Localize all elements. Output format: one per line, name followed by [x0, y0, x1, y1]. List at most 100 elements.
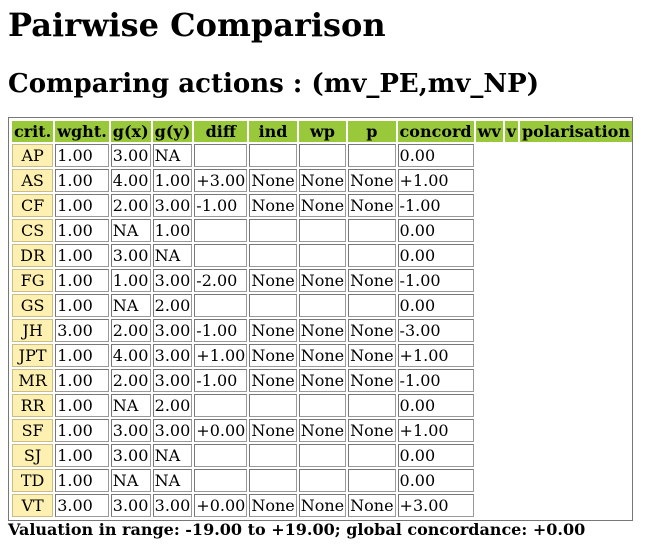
table-row: SJ 1.00 3.00 NA 0.00 — [12, 444, 632, 467]
empty-cell — [476, 419, 503, 442]
concord-cell: -1.00 — [397, 369, 474, 392]
diff-cell: -1.00 — [194, 369, 248, 392]
ind-cell — [249, 294, 297, 317]
concord-cell: 0.00 — [397, 144, 474, 167]
criterion-cell: JPT — [12, 344, 54, 367]
concord-cell: 0.00 — [397, 294, 474, 317]
wp-cell: None — [298, 194, 347, 217]
diff-cell: -2.00 — [194, 269, 248, 292]
concord-cell: 0.00 — [397, 444, 474, 467]
weight-cell: 1.00 — [55, 144, 109, 167]
header-concord: concord — [397, 121, 474, 142]
criterion-cell: CF — [12, 194, 54, 217]
p-cell: None — [348, 344, 396, 367]
empty-cell — [476, 219, 503, 242]
empty-cell — [520, 294, 632, 317]
diff-cell: +0.00 — [194, 419, 248, 442]
gy-cell: NA — [152, 144, 193, 167]
empty-cell — [520, 344, 632, 367]
empty-cell — [520, 494, 632, 517]
gy-cell: 2.00 — [152, 394, 193, 417]
empty-cell — [520, 144, 632, 167]
empty-cell — [520, 194, 632, 217]
table-row: CS 1.00 NA 1.00 0.00 — [12, 219, 632, 242]
table-row: AP 1.00 3.00 NA 0.00 — [12, 144, 632, 167]
diff-cell — [194, 444, 248, 467]
wp-cell: None — [298, 419, 347, 442]
p-cell: None — [348, 269, 396, 292]
weight-cell: 1.00 — [55, 369, 109, 392]
diff-cell — [194, 144, 248, 167]
header-weight: wght. — [55, 121, 109, 142]
header-wp: wp — [298, 121, 347, 142]
gx-cell: NA — [110, 394, 151, 417]
gx-cell: 2.00 — [110, 369, 151, 392]
p-cell — [348, 444, 396, 467]
empty-cell — [476, 394, 503, 417]
empty-cell — [505, 319, 518, 342]
wp-cell: None — [298, 319, 347, 342]
empty-cell — [476, 344, 503, 367]
empty-cell — [505, 269, 518, 292]
empty-cell — [520, 469, 632, 492]
p-cell: None — [348, 194, 396, 217]
ind-cell — [249, 219, 297, 242]
ind-cell — [249, 244, 297, 267]
page-title: Pairwise Comparison — [8, 6, 386, 44]
header-wv: wv — [475, 121, 503, 142]
table-row: TD 1.00 NA NA 0.00 — [12, 469, 632, 492]
empty-cell — [505, 394, 518, 417]
empty-cell — [505, 294, 518, 317]
criterion-cell: MR — [12, 369, 54, 392]
concord-cell: 0.00 — [397, 394, 474, 417]
gy-cell: 3.00 — [152, 344, 193, 367]
empty-cell — [505, 419, 518, 442]
empty-cell — [520, 369, 632, 392]
empty-cell — [476, 169, 503, 192]
wp-cell — [298, 394, 347, 417]
diff-cell — [194, 394, 248, 417]
gx-cell: 1.00 — [110, 269, 151, 292]
header-diff: diff — [194, 121, 248, 142]
gy-cell: 1.00 — [152, 219, 193, 242]
wp-cell — [298, 444, 347, 467]
table-row: CF 1.00 2.00 3.00 -1.00 None None None -1.00 — [12, 194, 632, 217]
empty-cell — [520, 169, 632, 192]
concord-cell: -1.00 — [397, 269, 474, 292]
empty-cell — [520, 319, 632, 342]
criterion-cell: AS — [12, 169, 54, 192]
wp-cell — [298, 294, 347, 317]
concord-cell: +1.00 — [397, 344, 474, 367]
empty-cell — [520, 219, 632, 242]
empty-cell — [505, 494, 518, 517]
empty-cell — [520, 269, 632, 292]
gx-cell: 3.00 — [110, 144, 151, 167]
empty-cell — [476, 294, 503, 317]
wp-cell — [298, 144, 347, 167]
criterion-cell: JH — [12, 319, 54, 342]
empty-cell — [505, 444, 518, 467]
header-ind: ind — [249, 121, 297, 142]
ind-cell — [249, 144, 297, 167]
ind-cell — [249, 444, 297, 467]
concord-cell: +3.00 — [397, 494, 474, 517]
ind-cell — [249, 394, 297, 417]
gy-cell: NA — [152, 444, 193, 467]
empty-cell — [476, 194, 503, 217]
weight-cell: 1.00 — [55, 469, 109, 492]
p-cell: None — [348, 369, 396, 392]
header-v: v — [504, 121, 518, 142]
table-row: JH 3.00 2.00 3.00 -1.00 None None None -3.00 — [12, 319, 632, 342]
weight-cell: 1.00 — [55, 244, 109, 267]
table-row: RR 1.00 NA 2.00 0.00 — [12, 394, 632, 417]
table-body: AP 1.00 3.00 NA 0.00 AS 1.00 4.00 1.00 +3.00 None N… — [12, 144, 632, 517]
empty-cell — [520, 444, 632, 467]
gx-cell: 3.00 — [110, 244, 151, 267]
gy-cell: 1.00 — [152, 169, 193, 192]
gx-cell: 2.00 — [110, 194, 151, 217]
ind-cell: None — [249, 344, 297, 367]
table-header-row: crit. wght. g(x) g(y) diff ind wp p conc… — [12, 121, 632, 142]
ind-cell: None — [249, 419, 297, 442]
weight-cell: 3.00 — [55, 494, 109, 517]
wp-cell: None — [298, 169, 347, 192]
